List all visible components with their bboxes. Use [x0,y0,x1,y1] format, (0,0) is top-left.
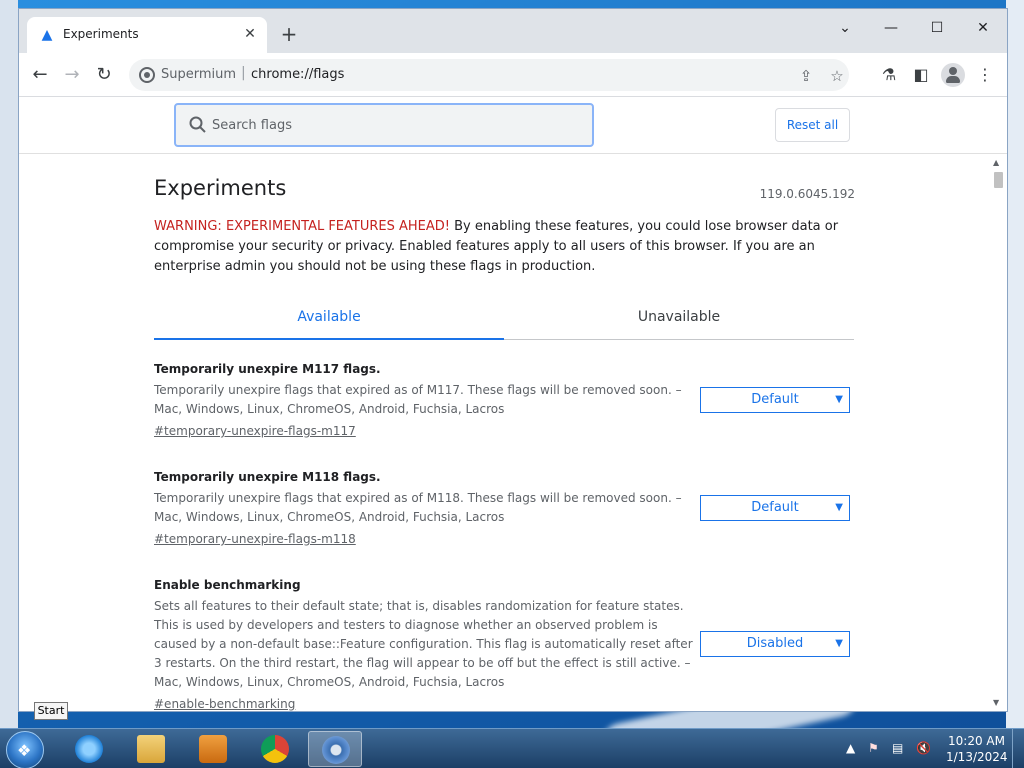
version-label: 119.0.6045.192 [759,187,855,201]
network-icon[interactable]: ▤ [892,741,903,755]
taskbar-media-player[interactable] [186,731,240,767]
browser-window: ▲ Experiments ✕ + ⌄ — ☐ ✕ ← → ↻ Supermiu… [18,8,1008,712]
warning-text: WARNING: EXPERIMENTAL FEATURES AHEAD! By… [154,217,854,277]
flag-select-value: Default [751,392,799,407]
menu-kebab-icon[interactable]: ⋮ [973,63,997,87]
flask-icon: ▲ [41,27,53,43]
search-input[interactable] [212,113,572,137]
show-desktop-button[interactable] [1012,729,1024,768]
desktop-edge-left [0,0,18,728]
scroll-down-icon[interactable]: ▼ [993,698,999,707]
profile-avatar-icon[interactable] [941,63,965,87]
forward-button[interactable]: → [59,62,85,88]
flag-link[interactable]: #enable-benchmarking [154,695,295,711]
reload-button[interactable]: ↻ [91,62,117,88]
extensions-flask-icon[interactable]: ⚗ [877,63,901,87]
flag-select-value: Default [751,500,799,515]
flag-description: Temporarily unexpire flags that expired … [154,491,682,524]
back-button[interactable]: ← [27,62,53,88]
folder-icon [137,735,165,763]
chevron-down-icon: ▼ [835,502,843,513]
desktop-edge-right [1006,0,1024,728]
tab-experiments[interactable]: ▲ Experiments ✕ [27,17,267,53]
flag-description: Sets all features to their default state… [154,599,693,689]
taskbar-internet-explorer[interactable] [62,731,116,767]
flags-header: Reset all [19,97,1007,154]
chevron-down-icon: ▼ [835,394,843,405]
media-player-icon [199,735,227,763]
taskbar-supermium[interactable] [308,731,362,767]
action-center-flag-icon[interactable]: ⚑ [868,741,879,755]
url-separator: | [241,65,246,81]
clock-date[interactable]: 1/13/2024 [946,750,1008,764]
bookmark-star-icon[interactable]: ☆ [826,65,848,87]
tab-close-icon[interactable]: ✕ [241,25,259,43]
windows-logo-icon: ❖ [17,741,32,760]
tab-title: Experiments [63,27,139,41]
internet-explorer-icon [75,735,103,763]
side-panel-icon[interactable]: ◧ [909,63,933,87]
site-info-icon[interactable] [139,67,155,83]
chrome-icon [261,735,289,763]
taskbar: ❖ ▲ ⚑ ▤ 🔇 10:20 AM 1/13/2024 [0,728,1024,768]
site-name: Supermium [161,67,237,82]
chevron-down-icon: ▼ [835,638,843,649]
flag-link[interactable]: #temporary-unexpire-flags-m117 [154,422,356,440]
reset-all-button[interactable]: Reset all [775,108,850,142]
warning-strong: WARNING: EXPERIMENTAL FEATURES AHEAD! [154,219,450,234]
flag-item: Temporarily unexpire M117 flags. Tempora… [154,360,854,440]
share-icon[interactable]: ⇪ [795,65,817,87]
title-bar: ▲ Experiments ✕ + ⌄ — ☐ ✕ [19,9,1007,53]
start-button[interactable]: ❖ [6,731,44,768]
flags-tabs: Available Unavailable [154,300,854,340]
scrollbar-thumb[interactable] [994,172,1003,188]
maximize-button[interactable]: ☐ [917,15,957,41]
flag-item: Temporarily unexpire M118 flags. Tempora… [154,468,854,548]
close-window-button[interactable]: ✕ [963,15,1003,41]
flag-item: Enable benchmarking Sets all features to… [154,576,854,711]
browser-toolbar: ← → ↻ Supermium | chrome://flags ⇪ ☆ ⚗ ◧… [19,53,1007,97]
flag-title: Temporarily unexpire M118 flags. [154,470,381,484]
flag-select[interactable]: Disabled ▼ [700,631,850,657]
new-tab-button[interactable]: + [277,23,301,47]
search-box[interactable] [174,103,594,147]
minimize-button[interactable]: — [871,15,911,41]
start-tooltip: Start [34,702,68,720]
tab-search-chevron-icon[interactable]: ⌄ [825,15,865,41]
url-text[interactable]: chrome://flags [251,67,344,82]
flag-select-value: Disabled [746,636,804,651]
page-title: Experiments [154,176,287,200]
tab-unavailable[interactable]: Unavailable [504,300,854,340]
flags-content: Experiments 119.0.6045.192 WARNING: EXPE… [19,154,989,711]
flag-title: Temporarily unexpire M117 flags. [154,362,381,376]
flag-select[interactable]: Default ▼ [700,387,850,413]
volume-muted-icon[interactable]: 🔇 [916,741,931,755]
tray-overflow-icon[interactable]: ▲ [846,741,855,755]
search-icon [189,116,206,133]
flag-title: Enable benchmarking [154,578,301,592]
address-bar[interactable]: Supermium | chrome://flags ⇪ ☆ [129,59,849,91]
flag-description: Temporarily unexpire flags that expired … [154,383,682,416]
tab-available[interactable]: Available [154,300,504,340]
system-tray: ▲ ⚑ ▤ 🔇 10:20 AM 1/13/2024 [840,729,1024,768]
taskbar-chrome[interactable] [248,731,302,767]
scroll-up-icon[interactable]: ▲ [993,158,999,167]
flag-select[interactable]: Default ▼ [700,495,850,521]
clock-time[interactable]: 10:20 AM [948,734,1005,748]
flag-link[interactable]: #temporary-unexpire-flags-m118 [154,530,356,548]
supermium-icon [322,736,350,764]
taskbar-file-explorer[interactable] [124,731,178,767]
vertical-scrollbar[interactable]: ▲ ▼ [989,154,1007,711]
